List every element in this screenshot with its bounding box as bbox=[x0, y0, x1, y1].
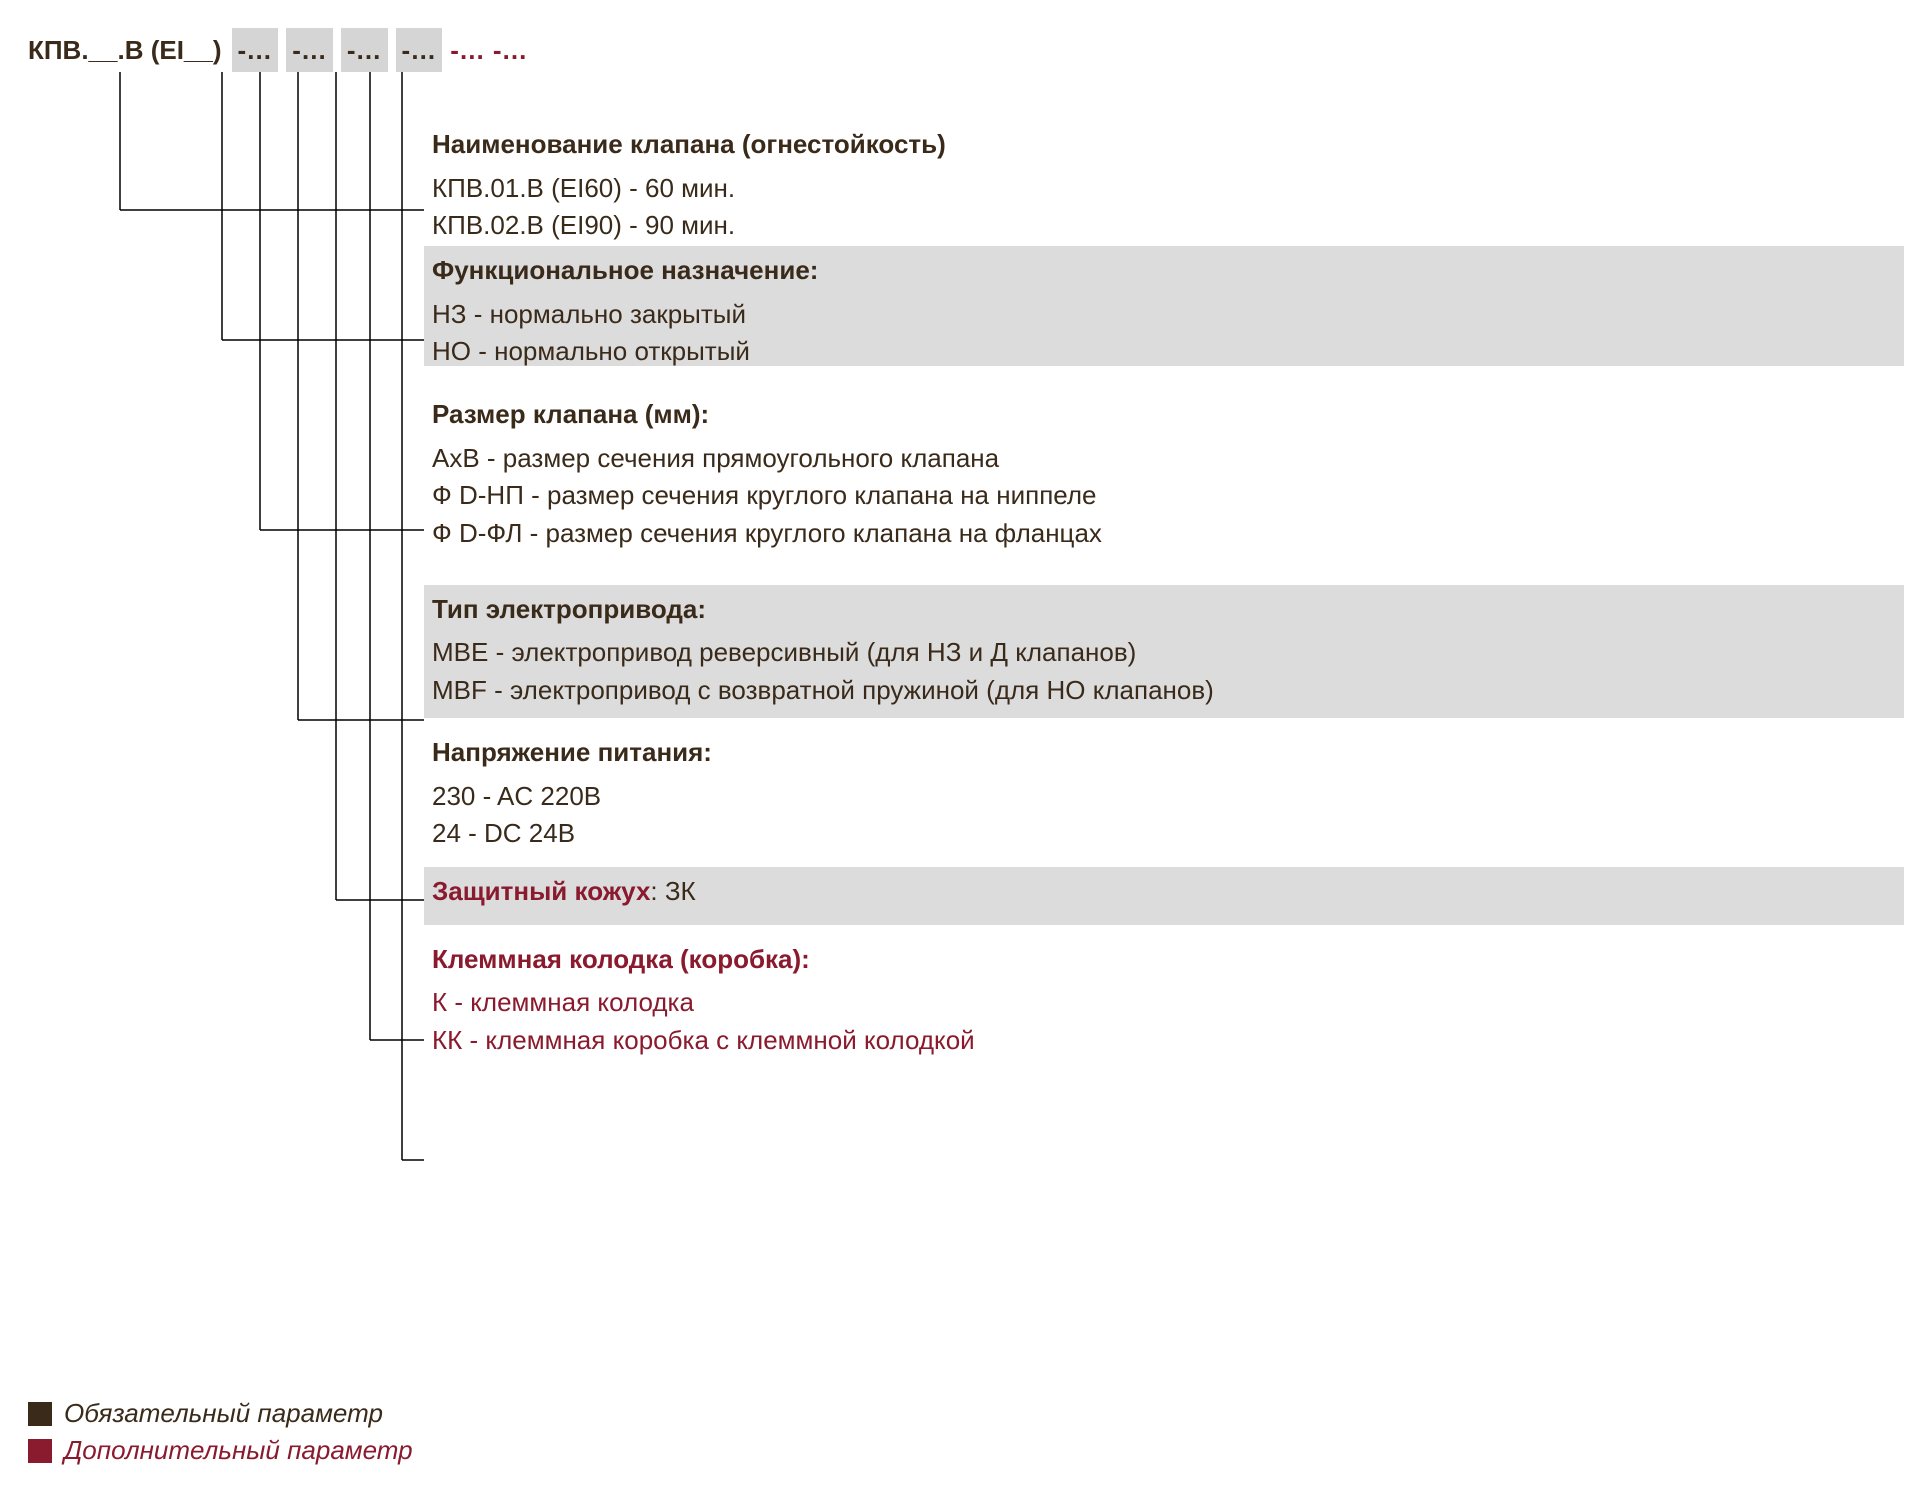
section-line: К - клеммная колодка bbox=[432, 984, 1896, 1022]
legend: Обязательный параметр Дополнительный пар… bbox=[28, 1398, 413, 1472]
section-line: Ф D-НП - размер сечения круглого клапана… bbox=[432, 477, 1896, 515]
swatch-optional bbox=[28, 1439, 52, 1463]
section-line: Ф D-ФЛ - размер сечения круглого клапана… bbox=[432, 515, 1896, 553]
section-title: Наименование клапана (огнестойкость) bbox=[432, 126, 1896, 164]
section-s3: Размер клапана (мм): АхВ - размер сечения… bbox=[424, 390, 1904, 561]
ordering-code-header: КПВ.__.В (EI__) -… -… -… -… -… -… bbox=[28, 28, 528, 72]
section-s1: Наименование клапана (огнестойкость) КПВ.… bbox=[424, 120, 1904, 240]
slot-2: -… bbox=[286, 28, 333, 72]
sections-container: Наименование клапана (огнестойкость) КПВ.… bbox=[424, 120, 1904, 1074]
section-title: Функциональное назначение: bbox=[432, 252, 1896, 290]
slot-4: -… bbox=[396, 28, 443, 72]
section-title: Напряжение питания: bbox=[432, 734, 1896, 772]
section-title: Защитный кожух: ЗК bbox=[432, 873, 1896, 911]
slot-3: -… bbox=[341, 28, 388, 72]
section-s6: Защитный кожух: ЗК bbox=[424, 867, 1904, 925]
swatch-required bbox=[28, 1402, 52, 1426]
section-line: НО - нормально открытый bbox=[432, 333, 1896, 366]
slot-1: -… bbox=[232, 28, 279, 72]
section-s4: Тип электропривода: MBE - электропривод р… bbox=[424, 585, 1904, 718]
slot-6: -… bbox=[493, 35, 528, 66]
section-line: НЗ - нормально закрытый bbox=[432, 296, 1896, 334]
legend-required: Обязательный параметр bbox=[28, 1398, 413, 1429]
section-line: КК - клеммная коробка с клеммной колодко… bbox=[432, 1022, 1896, 1060]
section-title: Размер клапана (мм): bbox=[432, 396, 1896, 434]
code-prefix: КПВ.__.В (EI__) bbox=[28, 35, 222, 66]
section-line: 24 - DC 24В bbox=[432, 815, 1896, 853]
legend-optional: Дополнительный параметр bbox=[28, 1435, 413, 1466]
section-line: MBE - электропривод реверсивный (для НЗ … bbox=[432, 634, 1896, 672]
section-title: Клеммная колодка (коробка): bbox=[432, 941, 1896, 979]
section-s7: Клеммная колодка (коробка): К - клеммная … bbox=[424, 935, 1904, 1068]
section-line: КПВ.01.В (EI60) - 60 мин. bbox=[432, 170, 1896, 208]
section-line: MBF - электропривод с возвратной пружино… bbox=[432, 672, 1896, 710]
slot-5: -… bbox=[450, 35, 485, 66]
section-line: КПВ.02.В (EI90) - 90 мин. bbox=[432, 207, 1896, 240]
section-line: АхВ - размер сечения прямоугольного клап… bbox=[432, 440, 1896, 478]
section-line: 230 - AC 220В bbox=[432, 778, 1896, 816]
section-title: Тип электропривода: bbox=[432, 591, 1896, 629]
section-s2: Функциональное назначение: НЗ - нормально… bbox=[424, 246, 1904, 366]
section-s5: Напряжение питания: 230 - AC 220В24 - DC … bbox=[424, 728, 1904, 861]
